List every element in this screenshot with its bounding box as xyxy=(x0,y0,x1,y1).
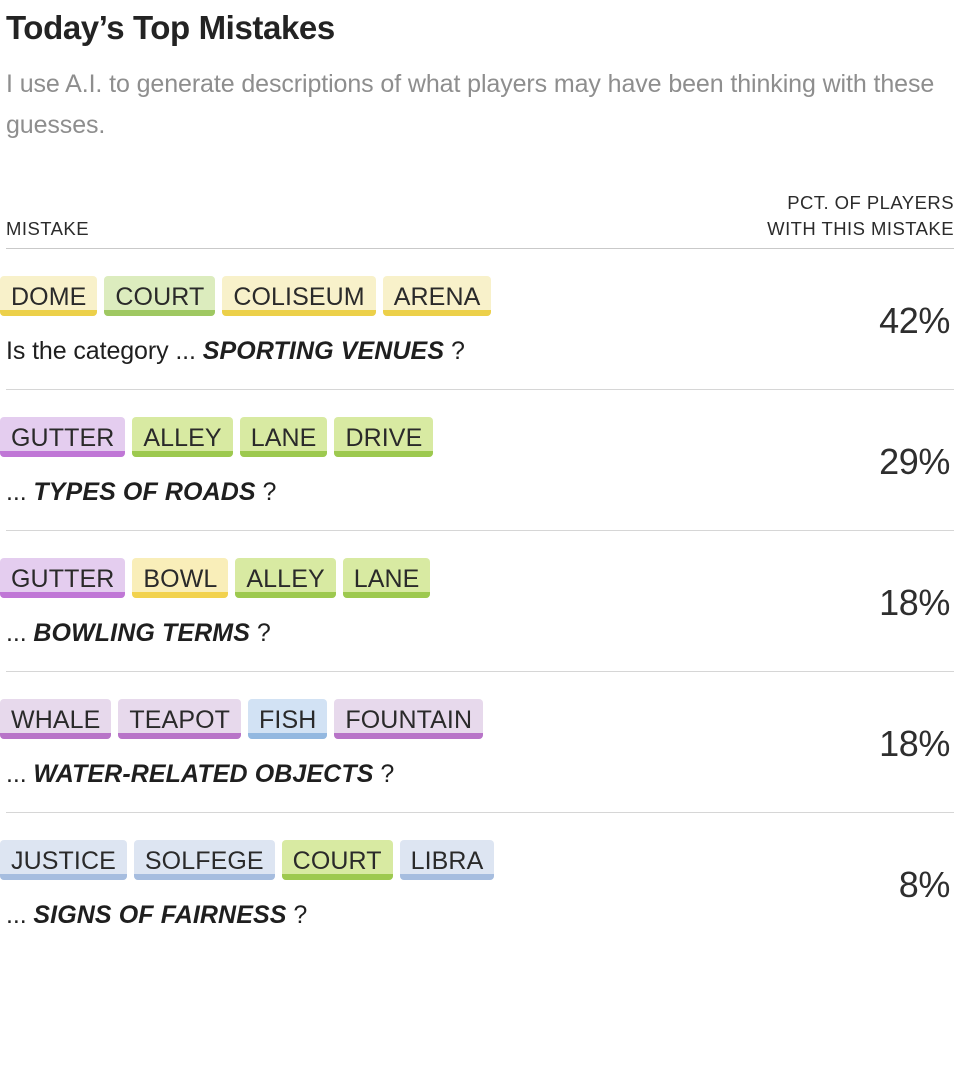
column-header-mistake: MISTAKE xyxy=(6,218,89,239)
column-header-pct: PCT. OF PLAYERS WITH THIS MISTAKE xyxy=(767,190,954,242)
pct-value: 18% xyxy=(879,723,950,764)
category-caption: ... TYPES OF ROADS ? xyxy=(6,477,879,507)
mistake-rows: DOME COURT COLISEUM ARENA Is the category ..… xyxy=(0,249,954,953)
pct-value: 29% xyxy=(879,441,950,482)
guess-tiles: JUSTICE SOLFEGE COURT LIBRA xyxy=(0,840,899,880)
guess-tile: LIBRA xyxy=(399,840,495,880)
table-row: JUSTICE SOLFEGE COURT LIBRA... SIGNS OF FAI… xyxy=(0,813,954,953)
guess-tile: WHALE xyxy=(0,699,112,739)
caption-suffix: ? xyxy=(380,760,395,788)
guess-tile: GUTTER xyxy=(0,417,126,457)
category-name: BOWLING TERMS xyxy=(33,619,250,647)
guess-tile: LANE xyxy=(342,558,431,598)
guess-tile: SOLFEGE xyxy=(133,840,275,880)
column-header-pct-line1: PCT. OF PLAYERS xyxy=(787,192,954,213)
guess-tile: TEAPOT xyxy=(118,699,242,739)
guess-tile: COURT xyxy=(281,840,393,880)
category-name: TYPES OF ROADS xyxy=(33,478,256,506)
guess-tile: JUSTICE xyxy=(0,840,127,880)
category-name: SPORTING VENUES xyxy=(202,337,445,365)
category-caption: ... SIGNS OF FAIRNESS ? xyxy=(6,900,899,930)
guess-tiles: GUTTER BOWL ALLEY LANE xyxy=(0,558,879,598)
mistake-cell: JUSTICE SOLFEGE COURT LIBRA... SIGNS OF FAI… xyxy=(0,840,899,930)
pct-value: 8% xyxy=(898,864,951,905)
guess-tile: GUTTER xyxy=(0,558,126,598)
category-name: WATER-RELATED OBJECTS xyxy=(33,760,374,788)
guess-tile: FISH xyxy=(248,699,328,739)
table-row: GUTTER ALLEY LANE DRIVE... TYPES OF ROADS ?… xyxy=(0,390,954,530)
guess-tiles: DOME COURT COLISEUM ARENA xyxy=(0,276,879,316)
caption-suffix: ? xyxy=(293,901,308,929)
mistake-cell: DOME COURT COLISEUM ARENA Is the category ..… xyxy=(0,276,879,366)
guess-tile: LANE xyxy=(239,417,328,457)
category-caption: ... BOWLING TERMS ? xyxy=(6,618,879,648)
caption-suffix: ? xyxy=(450,337,465,365)
guess-tile: FOUNTAIN xyxy=(334,699,484,739)
guess-tile: ARENA xyxy=(382,276,492,316)
guess-tile: BOWL xyxy=(132,558,229,598)
page-subtitle: I use A.I. to generate descriptions of w… xyxy=(6,70,935,139)
table-header: MISTAKE PCT. OF PLAYERS WITH THIS MISTAK… xyxy=(6,190,954,248)
caption-prefix: Is the category ... xyxy=(6,337,196,365)
category-caption: ... WATER-RELATED OBJECTS ? xyxy=(6,759,879,789)
top-mistakes-panel: Today’s Top Mistakes I use A.I. to gener… xyxy=(0,8,960,1079)
guess-tile: ALLEY xyxy=(132,417,234,457)
caption-suffix: ? xyxy=(256,619,271,647)
pct-value: 42% xyxy=(879,300,950,341)
table-row: DOME COURT COLISEUM ARENA Is the category ..… xyxy=(0,249,954,389)
mistake-cell: WHALE TEAPOT FISH FOUNTAIN... WATER-RELATED… xyxy=(0,699,879,789)
guess-tile: COLISEUM xyxy=(222,276,377,316)
guess-tiles: GUTTER ALLEY LANE DRIVE xyxy=(0,417,879,457)
column-header-pct-line2: WITH THIS MISTAKE xyxy=(767,218,954,239)
table-row: WHALE TEAPOT FISH FOUNTAIN... WATER-RELATED… xyxy=(0,672,954,812)
mistake-cell: GUTTER ALLEY LANE DRIVE... TYPES OF ROADS ? xyxy=(0,417,879,507)
guess-tile: DRIVE xyxy=(334,417,434,457)
caption-prefix: ... xyxy=(6,478,27,506)
caption-prefix: ... xyxy=(6,901,27,929)
category-caption: Is the category ... SPORTING VENUES ? xyxy=(6,336,879,366)
pct-value: 18% xyxy=(879,582,950,623)
guess-tile: COURT xyxy=(104,276,216,316)
table-row: GUTTER BOWL ALLEY LANE... BOWLING TERMS ? 18… xyxy=(0,531,954,671)
guess-tiles: WHALE TEAPOT FISH FOUNTAIN xyxy=(0,699,879,739)
caption-prefix: ... xyxy=(6,619,27,647)
guess-tile: DOME xyxy=(0,276,98,316)
category-name: SIGNS OF FAIRNESS xyxy=(33,901,287,929)
caption-suffix: ? xyxy=(262,478,277,506)
guess-tile: ALLEY xyxy=(235,558,337,598)
mistake-cell: GUTTER BOWL ALLEY LANE... BOWLING TERMS ? xyxy=(0,558,879,648)
page-title: Today’s Top Mistakes xyxy=(6,9,335,46)
caption-prefix: ... xyxy=(6,760,27,788)
